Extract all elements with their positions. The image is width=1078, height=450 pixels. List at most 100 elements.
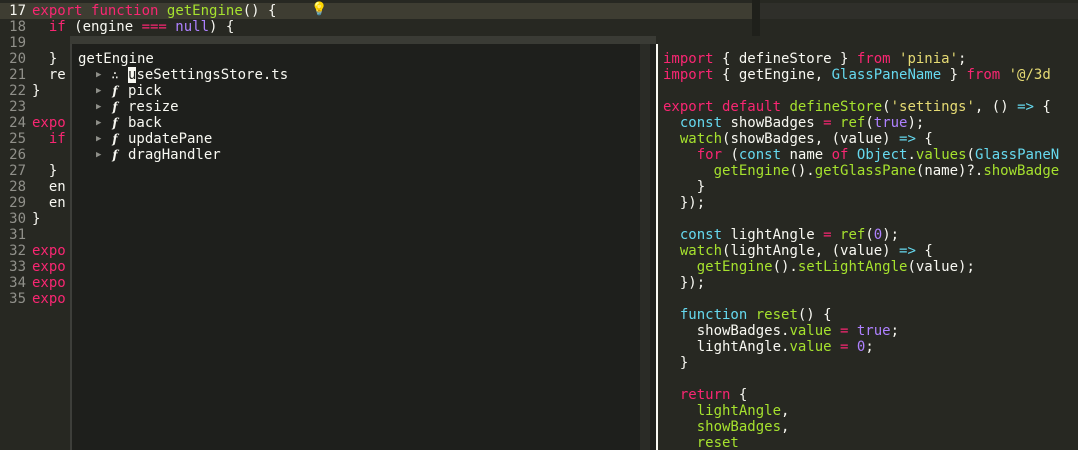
code-token: en xyxy=(32,195,66,211)
code-token: function xyxy=(91,3,159,19)
code-token: (lightAngle, (value) xyxy=(722,243,900,259)
code-line: lightAngle, xyxy=(663,403,1059,419)
code-token: null xyxy=(166,19,210,35)
code-token: '@/3d xyxy=(1000,67,1051,83)
minimap-separator xyxy=(752,0,760,36)
peek-scrollbar[interactable] xyxy=(640,44,650,450)
chevron-right-icon[interactable]: ▶ xyxy=(96,115,108,131)
tree-item[interactable]: ▶ ∴ u seSettingsStore.ts xyxy=(96,67,288,83)
code-line: export default defineStore('settings', (… xyxy=(663,99,1059,115)
line-number: 22 xyxy=(9,83,26,99)
code-line: lightAngle.value = 0; xyxy=(663,339,1059,355)
code-token: ); xyxy=(907,115,925,131)
tree-item-label: dragHandler xyxy=(128,147,221,163)
code-token: expo xyxy=(32,275,66,291)
code-token: (engine xyxy=(65,19,142,35)
code-token: import xyxy=(663,51,714,67)
code-token: reset xyxy=(696,435,739,450)
code-token: const xyxy=(738,147,782,163)
code-token: ( xyxy=(722,147,739,163)
reference-tree[interactable]: ▶ ∴ u seSettingsStore.ts ▶ f pick ▶ f resize ▶ f bac… xyxy=(96,67,288,163)
peek-references-panel[interactable]: getEngine ▶ ∴ u seSettingsStore.ts ▶ f pick ▶ f r… xyxy=(70,44,658,450)
tree-item[interactable]: ▶ f dragHandler xyxy=(96,147,288,163)
code-line: getEngine().getGlassPane(name)?.showBadg… xyxy=(663,163,1060,179)
code-token: , xyxy=(781,403,790,419)
line-number: 33 xyxy=(9,259,26,275)
tree-item[interactable]: ▶ f updatePane xyxy=(96,131,288,147)
line-number: 17 xyxy=(9,3,26,19)
code-token: if xyxy=(48,131,66,147)
line-number: 24 xyxy=(9,115,26,131)
tree-item-label: seSettingsStore.ts xyxy=(136,67,289,83)
code-token: => xyxy=(1017,99,1034,115)
code-token: if xyxy=(48,19,66,35)
code-token: import xyxy=(663,67,714,83)
chevron-right-icon[interactable]: ▶ xyxy=(96,99,108,115)
function-icon: f xyxy=(112,116,118,130)
code-token: 0 xyxy=(848,339,866,355)
lightbulb-icon[interactable]: 💡 xyxy=(311,2,327,18)
code-line: }); xyxy=(663,275,1059,291)
code-token: { xyxy=(915,243,933,259)
code-token: GlassPaneN xyxy=(974,147,1060,163)
code-token: () { xyxy=(797,307,832,323)
code-token: return xyxy=(679,387,731,403)
code-line: showBadges.value = true; xyxy=(663,323,1059,339)
code-token: lightAngle xyxy=(722,227,824,243)
code-token: { xyxy=(730,387,748,403)
function-icon: f xyxy=(112,132,118,146)
chevron-right-icon[interactable]: ▶ xyxy=(96,83,108,99)
code-token: lightAngle xyxy=(696,403,782,419)
code-line: watch(lightAngle, (value) => { xyxy=(663,243,1059,259)
code-line: } xyxy=(663,179,1059,195)
code-token: reset xyxy=(747,307,798,323)
text-cursor: u xyxy=(128,67,137,83)
code-line: }); xyxy=(663,195,1059,211)
chevron-right-icon[interactable]: ▶ xyxy=(96,147,108,163)
code-token: Object xyxy=(848,147,908,163)
line-number: 19 xyxy=(9,35,26,51)
code-line: reset xyxy=(663,435,1059,450)
code-token: ; xyxy=(865,339,874,355)
peek-preview-panel[interactable]: import { defineStore } from 'pinia'; impo… xyxy=(656,44,1078,450)
line-number: 18 xyxy=(9,19,26,35)
code-token: watch xyxy=(679,131,723,147)
tree-item[interactable]: ▶ f back xyxy=(96,115,288,131)
preview-code: import { defineStore } from 'pinia'; impo… xyxy=(663,51,1059,450)
code-line: watch(showBadges, (value) => { xyxy=(663,131,1059,147)
code-token: defineStore xyxy=(781,99,883,115)
tree-item[interactable]: ▶ f resize xyxy=(96,99,288,115)
code-token: ) { xyxy=(209,19,235,35)
code-token: { xyxy=(915,131,933,147)
code-token: } xyxy=(663,355,689,371)
code-token: showBadge xyxy=(983,163,1060,179)
code-line: const showBadges = ref(true); xyxy=(663,115,1059,131)
chevron-right-icon[interactable]: ▶ xyxy=(96,67,108,83)
code-token: from xyxy=(966,67,1001,83)
tree-item[interactable]: ▶ f pick xyxy=(96,83,288,99)
code-token: (value); xyxy=(907,259,975,275)
function-icon: f xyxy=(112,148,118,162)
code-token: const xyxy=(679,115,723,131)
code-token: . xyxy=(907,147,916,163)
code-token: from xyxy=(856,51,891,67)
code-token: === xyxy=(141,19,167,35)
code-token: => xyxy=(899,131,916,147)
code-token: 'settings' xyxy=(890,99,975,115)
code-token: } xyxy=(941,67,967,83)
code-token: values xyxy=(915,147,967,163)
code-line: import { getEngine, GlassPaneName } from… xyxy=(663,67,1059,83)
chevron-right-icon[interactable]: ▶ xyxy=(96,131,108,147)
line-number: 26 xyxy=(9,147,26,163)
